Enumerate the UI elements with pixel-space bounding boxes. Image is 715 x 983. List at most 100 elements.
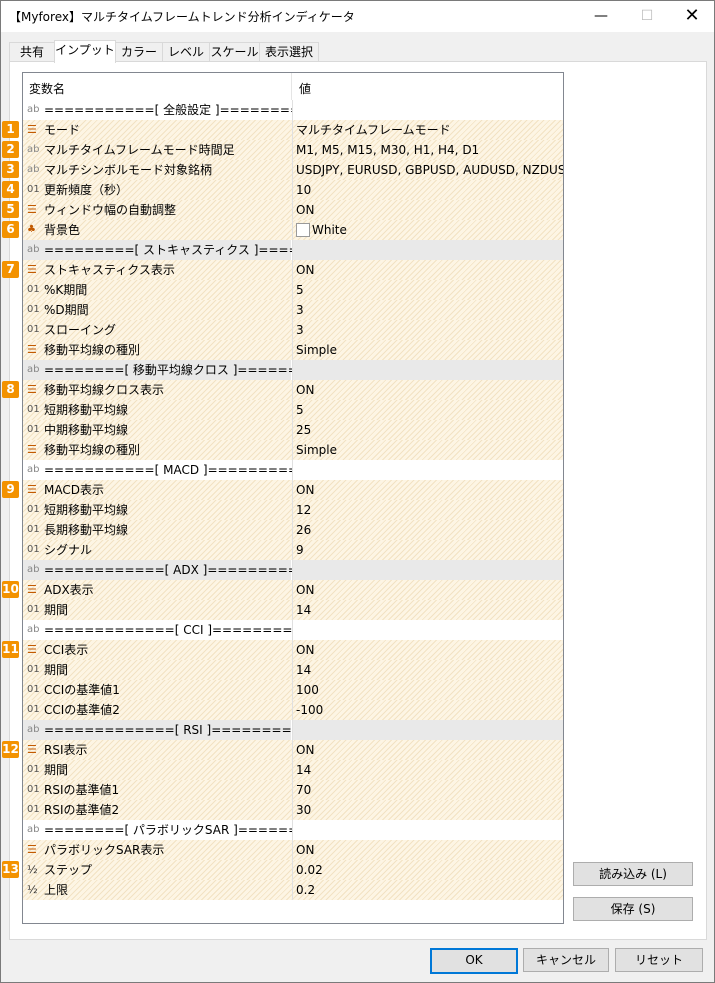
parameter-value-cell[interactable]: 0.2: [292, 880, 563, 900]
parameter-value-cell[interactable]: ON: [292, 740, 563, 760]
parameter-name-cell[interactable]: ab =============[ CCI ]============: [23, 620, 333, 640]
parameter-name-cell[interactable]: ☰ MACD表示: [23, 480, 291, 500]
parameter-name-cell[interactable]: 01 短期移動平均線: [23, 400, 291, 420]
parameter-row[interactable]: 01 長期移動平均線 26: [23, 520, 563, 540]
parameter-value-cell[interactable]: 14: [292, 600, 563, 620]
parameter-row[interactable]: ☰ ウィンドウ幅の自動調整 ON: [23, 200, 563, 220]
tab-levels[interactable]: レベル: [162, 42, 210, 62]
parameter-row[interactable]: ☰ MACD表示 ON: [23, 480, 563, 500]
parameter-row[interactable]: ☰ 移動平均線の種別 Simple: [23, 440, 563, 460]
parameter-value-cell[interactable]: 70: [292, 780, 563, 800]
parameter-name-cell[interactable]: ab ===========[ 全般設定 ]==========: [23, 100, 320, 120]
parameter-row[interactable]: ♣ 背景色 White: [23, 220, 563, 240]
parameter-row[interactable]: 01 RSIの基準値1 70: [23, 780, 563, 800]
parameter-row[interactable]: 01 期間 14: [23, 600, 563, 620]
section-separator-row[interactable]: ab ===========[ 全般設定 ]==========: [23, 100, 563, 120]
parameter-name-cell[interactable]: 01 CCIの基準値1: [23, 680, 291, 700]
parameter-row[interactable]: ☰ ADX表示 ON: [23, 580, 563, 600]
section-separator-row[interactable]: ab =============[ RSI ]============: [23, 720, 563, 740]
minimize-button[interactable]: —: [578, 0, 624, 32]
parameter-value-cell[interactable]: ON: [292, 580, 563, 600]
parameter-value-cell[interactable]: ON: [292, 200, 563, 220]
parameter-value-cell[interactable]: [292, 560, 563, 580]
parameter-name-cell[interactable]: ab ========[ パラボリックSAR ]=========: [23, 820, 328, 840]
parameter-name-cell[interactable]: 01 スローイング: [23, 320, 291, 340]
section-separator-row[interactable]: ab ========[ 移動平均線クロス ]========: [23, 360, 563, 380]
parameter-name-cell[interactable]: ab ============[ ADX ]============: [23, 560, 328, 580]
parameter-value-cell[interactable]: 5: [292, 400, 563, 420]
column-divider[interactable]: [291, 73, 292, 100]
parameter-value-cell[interactable]: 12: [292, 500, 563, 520]
reset-button[interactable]: リセット: [615, 948, 703, 972]
parameter-name-cell[interactable]: 01 期間: [23, 600, 291, 620]
parameter-name-cell[interactable]: 01 %D期間: [23, 300, 291, 320]
parameter-row[interactable]: 01 期間 14: [23, 660, 563, 680]
parameter-name-cell[interactable]: ½ 上限: [23, 880, 291, 900]
parameter-name-cell[interactable]: 01 中期移動平均線: [23, 420, 291, 440]
parameter-row[interactable]: 01 シグナル 9: [23, 540, 563, 560]
tab-visualization[interactable]: 表示選択: [259, 42, 319, 62]
parameter-name-cell[interactable]: ab =========[ ストキャスティクス ]========: [23, 240, 339, 260]
parameter-row[interactable]: 01 RSIの基準値2 30: [23, 800, 563, 820]
parameter-row[interactable]: 01 更新頻度（秒） 10: [23, 180, 563, 200]
color-swatch[interactable]: [296, 223, 310, 237]
parameter-name-cell[interactable]: 01 RSIの基準値2: [23, 800, 291, 820]
column-header-name[interactable]: 変数名: [29, 80, 65, 97]
parameter-name-cell[interactable]: ♣ 背景色: [23, 220, 291, 240]
parameter-name-cell[interactable]: ☰ ストキャスティクス表示: [23, 260, 291, 280]
parameter-value-cell[interactable]: [292, 820, 563, 840]
load-button[interactable]: 読み込み (L): [573, 862, 693, 886]
parameter-value-cell[interactable]: [292, 100, 563, 120]
parameter-value-cell[interactable]: マルチタイムフレームモード: [292, 120, 563, 140]
parameter-value-cell[interactable]: 100: [292, 680, 563, 700]
parameter-value-cell[interactable]: M1, M5, M15, M30, H1, H4, D1: [292, 140, 563, 160]
parameter-value-cell[interactable]: ON: [292, 480, 563, 500]
tab-shared[interactable]: 共有: [9, 42, 55, 62]
parameter-row[interactable]: 01 CCIの基準値1 100: [23, 680, 563, 700]
parameter-name-cell[interactable]: ab マルチタイムフレームモード時間足: [23, 140, 291, 160]
parameter-row[interactable]: ☰ ストキャスティクス表示 ON: [23, 260, 563, 280]
parameter-row[interactable]: 01 スローイング 3: [23, 320, 563, 340]
parameter-name-cell[interactable]: 01 シグナル: [23, 540, 291, 560]
parameter-name-cell[interactable]: ☰ 移動平均線の種別: [23, 340, 291, 360]
parameter-row[interactable]: ½ ステップ 0.02: [23, 860, 563, 880]
parameter-name-cell[interactable]: ☰ 移動平均線クロス表示: [23, 380, 291, 400]
cancel-button[interactable]: キャンセル: [523, 948, 609, 972]
section-separator-row[interactable]: ab =========[ ストキャスティクス ]========: [23, 240, 563, 260]
parameter-row[interactable]: ab マルチタイムフレームモード時間足 M1, M5, M15, M30, H1, …: [23, 140, 563, 160]
section-separator-row[interactable]: ab ===========[ MACD ]============: [23, 460, 563, 480]
parameter-name-cell[interactable]: ab =============[ RSI ]============: [23, 720, 332, 740]
parameter-value-cell[interactable]: ON: [292, 260, 563, 280]
parameter-value-cell[interactable]: ON: [292, 380, 563, 400]
parameter-row[interactable]: ☰ モード マルチタイムフレームモード: [23, 120, 563, 140]
parameter-value-cell[interactable]: 30: [292, 800, 563, 820]
parameter-value-cell[interactable]: 25: [292, 420, 563, 440]
parameter-name-cell[interactable]: 01 長期移動平均線: [23, 520, 291, 540]
parameter-value-cell[interactable]: [292, 460, 563, 480]
parameter-row[interactable]: ab マルチシンボルモード対象銘柄 USDJPY, EURUSD, GBPUSD, …: [23, 160, 563, 180]
parameter-value-cell[interactable]: -100: [292, 700, 563, 720]
tab-colors[interactable]: カラー: [115, 42, 163, 62]
parameter-value-cell[interactable]: 3: [292, 300, 563, 320]
parameter-value-cell[interactable]: ON: [292, 840, 563, 860]
parameter-name-cell[interactable]: ☰ 移動平均線の種別: [23, 440, 291, 460]
parameter-row[interactable]: 01 %D期間 3: [23, 300, 563, 320]
parameter-name-cell[interactable]: ab ========[ 移動平均線クロス ]========: [23, 360, 318, 380]
column-header-value[interactable]: 値: [299, 80, 311, 97]
parameter-row[interactable]: ☰ 移動平均線クロス表示 ON: [23, 380, 563, 400]
tab-scale[interactable]: スケール: [209, 42, 260, 62]
parameter-name-cell[interactable]: ☰ CCI表示: [23, 640, 291, 660]
parameter-value-cell[interactable]: 14: [292, 760, 563, 780]
parameter-row[interactable]: 01 期間 14: [23, 760, 563, 780]
parameter-row[interactable]: 01 中期移動平均線 25: [23, 420, 563, 440]
parameter-row[interactable]: 01 短期移動平均線 5: [23, 400, 563, 420]
close-button[interactable]: ✕: [669, 0, 715, 32]
parameter-name-cell[interactable]: 01 RSIの基準値1: [23, 780, 291, 800]
parameter-value-cell[interactable]: 10: [292, 180, 563, 200]
parameter-row[interactable]: ☰ CCI表示 ON: [23, 640, 563, 660]
parameter-name-cell[interactable]: 01 短期移動平均線: [23, 500, 291, 520]
parameter-name-cell[interactable]: 01 期間: [23, 760, 291, 780]
parameter-value-cell[interactable]: ON: [292, 640, 563, 660]
parameter-value-cell[interactable]: [292, 720, 563, 740]
parameter-value-cell[interactable]: [292, 240, 563, 260]
